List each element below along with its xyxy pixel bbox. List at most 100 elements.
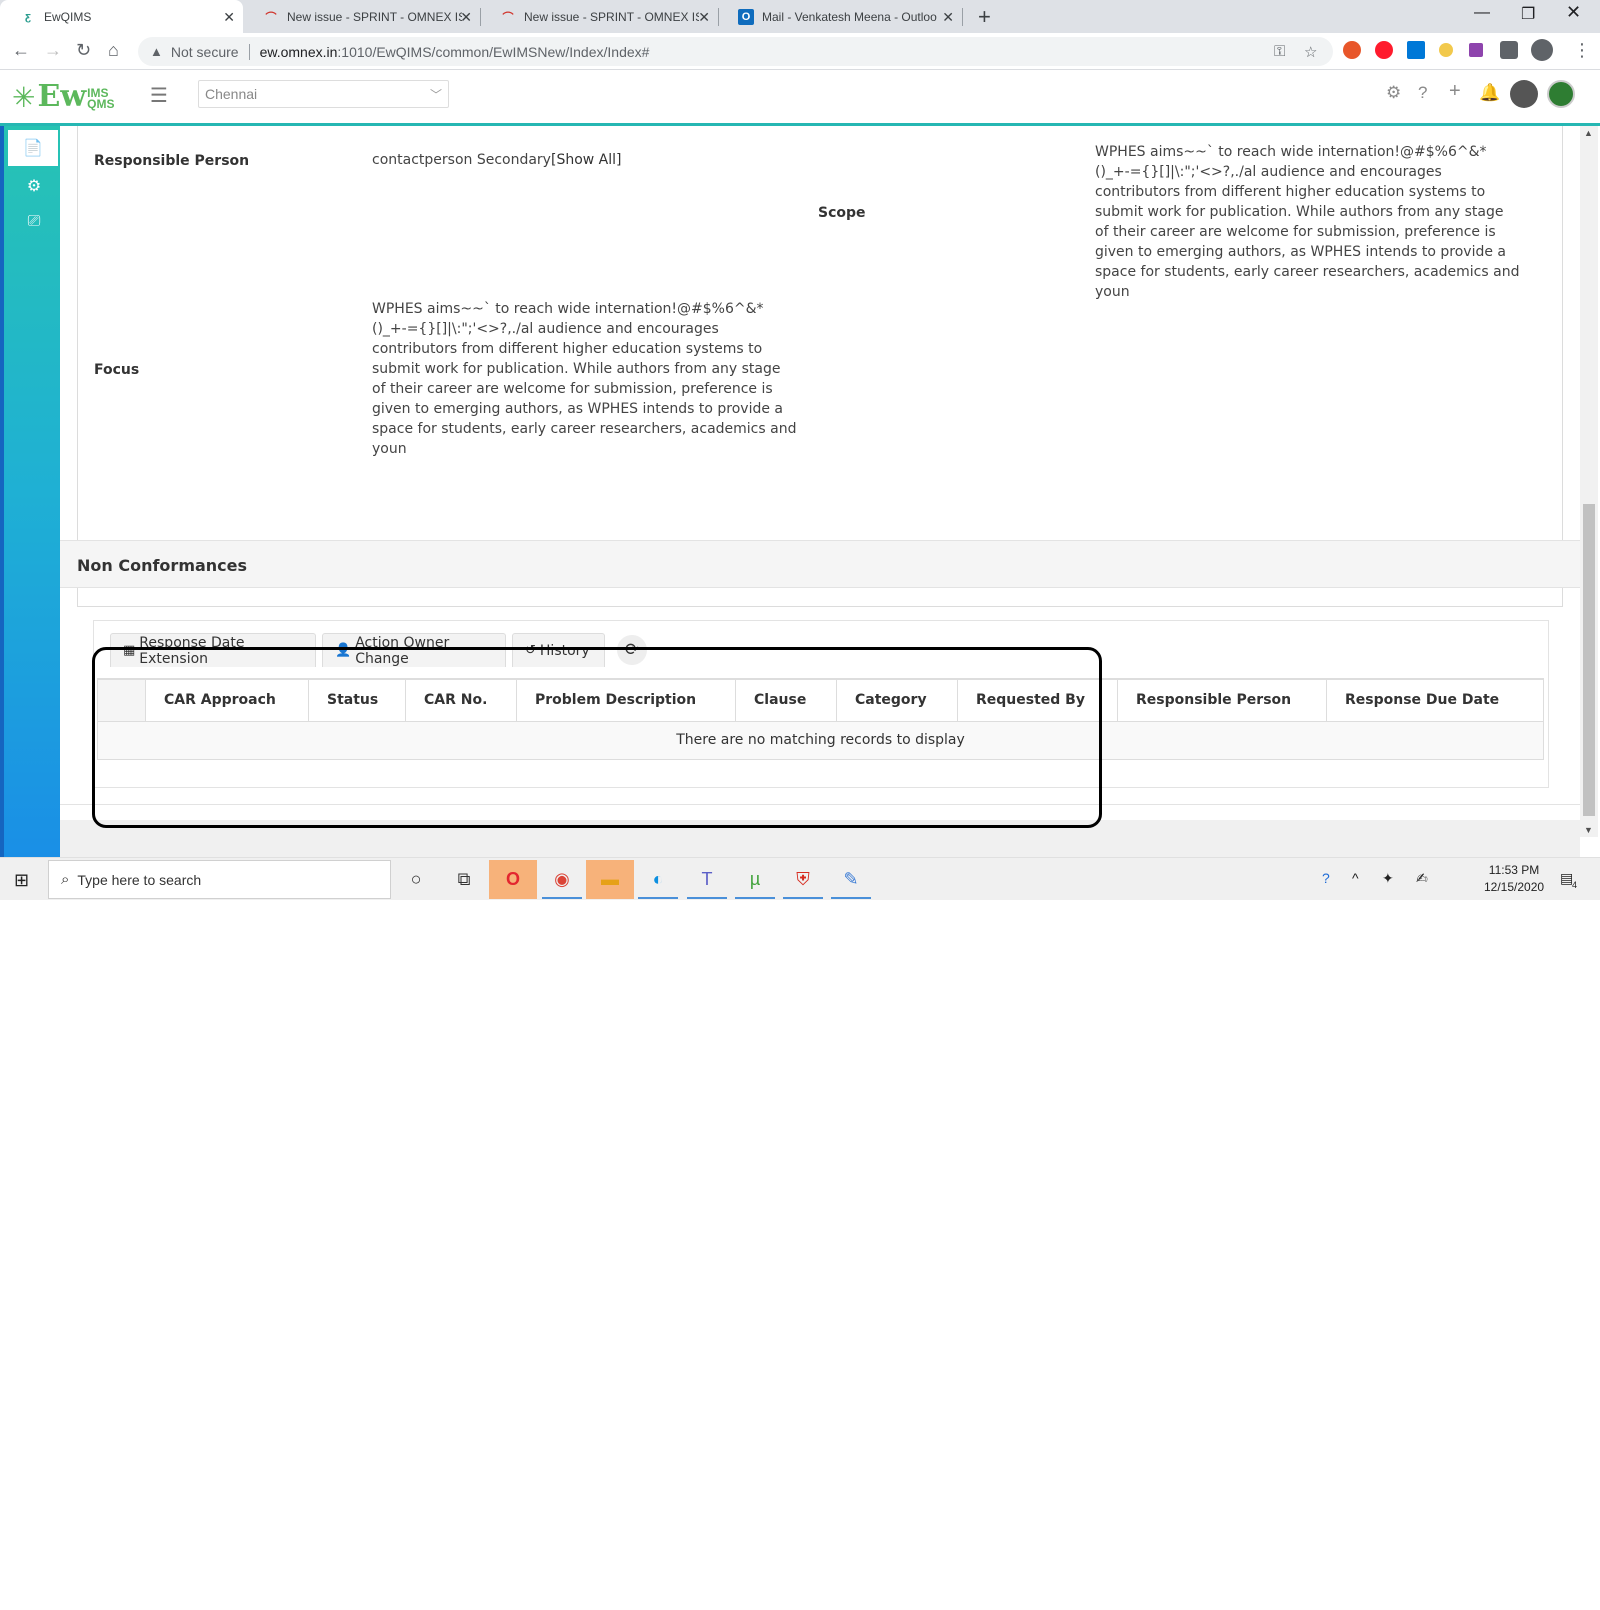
column-header-response-due-date[interactable]: Response Due Date [1326,678,1544,722]
refresh-button[interactable]: ⟳ [617,635,647,665]
history-icon: ↺ [525,643,536,658]
opera-extension-icon[interactable] [1375,41,1393,59]
taskbar-search-input[interactable]: ⌕ Type here to search [48,860,391,899]
notification-bell-icon[interactable]: 🔔 [1479,83,1500,103]
tab-title: New issue - SPRINT - OMNEX ISS [524,9,699,24]
scope-label: Scope [818,205,866,221]
settings-gear-icon[interactable]: ⚙ [1386,83,1401,103]
button-label: Response Date Extension [139,634,245,667]
url-field[interactable]: ▲ Not secure ew.omnex.in :1010/EwQIMS/co… [138,37,1333,66]
key-icon[interactable]: ⚿ [1274,43,1285,60]
button-label: History [539,642,590,659]
scrollbar-thumb[interactable] [1583,504,1595,816]
edge-taskbar-icon[interactable]: ◐ [634,860,682,899]
paint-taskbar-icon[interactable]: ✎ [827,860,875,899]
dropbox-icon[interactable]: ✦ [1382,870,1394,887]
home-icon[interactable]: ⌂ [108,40,119,61]
browser-menu-icon[interactable]: ⋮ [1573,40,1591,61]
gear-icon: ⚙ [26,178,42,195]
outlook-favicon-icon: O [738,8,754,25]
close-icon[interactable]: ✕ [223,9,235,26]
logo-text: Ew [37,79,87,114]
restore-icon[interactable]: ❐ [1521,4,1535,24]
hamburger-menu-icon[interactable]: ☰ [150,83,168,108]
tab-jira-1[interactable]: ⌒ New issue - SPRINT - OMNEX ISS ✕ [243,0,480,33]
section-divider [60,804,1580,805]
close-icon[interactable]: ✕ [460,9,472,26]
pen-tray-icon[interactable]: ✍ [1416,870,1428,887]
column-header-responsible-person[interactable]: Responsible Person [1117,678,1327,722]
table-header-row: CAR Approach Status CAR No. Problem Desc… [97,678,1544,722]
site-dropdown[interactable]: Chennai ﹀ [198,80,449,108]
tracker-extension-icon[interactable] [1439,43,1453,57]
responsible-person-name: contactperson Secondary [372,152,551,168]
jira-favicon-icon: ⌒ [265,11,277,24]
system-clock[interactable]: 11:53 PM 12/15/2020 [1484,862,1544,896]
clock-time: 11:53 PM [1488,863,1540,877]
tab-outlook[interactable]: O Mail - Venkatesh Meena - Outloo ✕ [718,0,962,33]
bookmark-star-icon[interactable]: ☆ [1304,43,1317,61]
windows-start-icon[interactable]: ⊞ [14,870,29,891]
sidebar-item-documents[interactable]: 📄 [8,130,58,166]
column-header-requested-by[interactable]: Requested By [957,678,1118,722]
sidebar-item-settings[interactable]: ⚙ [8,168,60,204]
column-header-car-no[interactable]: CAR No. [405,678,517,722]
profile-icon[interactable] [1531,39,1553,61]
select-column-header[interactable] [97,678,146,722]
vertical-scrollbar[interactable]: ▲ ▼ [1580,126,1598,837]
sidebar-item-reports[interactable]: ⎚ [8,204,60,240]
main-content: Responsible Person contactperson Seconda… [60,126,1580,857]
chevron-up-icon[interactable]: ^ [1352,870,1359,886]
response-date-extension-button[interactable]: ▦ Response Date Extension [110,633,316,667]
shield-app-taskbar-icon[interactable]: ⛨ [779,860,827,899]
back-icon[interactable]: ← [12,40,30,61]
history-button[interactable]: ↺ History [512,633,605,667]
non-conformances-title: Non Conformances [77,556,248,575]
window-close-icon[interactable]: ✕ [1566,2,1581,23]
column-header-status[interactable]: Status [308,678,406,722]
fire-extension-icon[interactable] [1343,41,1361,59]
reload-icon[interactable]: ↻ [76,40,91,61]
close-icon[interactable]: ✕ [698,9,710,26]
file-explorer-taskbar-icon[interactable]: ▬ [586,860,634,899]
logo-subtext: IMS QMS [87,87,114,110]
minimize-icon[interactable]: — [1474,4,1490,22]
cortana-icon[interactable]: ○ [392,860,440,899]
user-avatar[interactable] [1510,80,1538,108]
tab-title: New issue - SPRINT - OMNEX ISS [287,9,462,24]
close-icon[interactable]: ✕ [942,9,954,26]
opera-taskbar-icon[interactable]: O [489,860,537,899]
responsible-person-label: Responsible Person [94,153,250,169]
help-tray-icon[interactable]: ? [1322,870,1330,886]
non-conformances-header: Non Conformances [60,540,1580,588]
tab-ewqims[interactable]: ƹ EwQIMS ✕ [0,0,243,33]
column-header-problem-description[interactable]: Problem Description [516,678,736,722]
action-owner-change-button[interactable]: 👤 Action Owner Change [322,633,506,667]
column-header-car-approach[interactable]: CAR Approach [145,678,309,722]
scroll-up-icon[interactable]: ▲ [1584,128,1593,138]
forward-icon[interactable]: → [44,40,62,61]
company-logo-avatar[interactable] [1547,80,1575,108]
empty-table-message: There are no matching records to display [97,720,1544,760]
tab-jira-2[interactable]: ⌒ New issue - SPRINT - OMNEX ISS ✕ [480,0,718,33]
utorrent-taskbar-icon[interactable]: µ [731,860,779,899]
security-label: Not secure [170,43,239,60]
chrome-taskbar-icon[interactable]: ◉ [538,860,586,899]
teams-taskbar-icon[interactable]: T [683,860,731,899]
column-header-clause[interactable]: Clause [735,678,837,722]
pen-extension-icon[interactable] [1469,43,1483,57]
add-icon[interactable]: + [1449,80,1461,103]
scope-value: WPHES aims~~` to reach wide internation!… [1095,144,1520,300]
task-view-icon[interactable]: ⧉ [440,860,488,899]
chevron-down-icon: ﹀ [429,87,442,102]
new-tab-icon[interactable]: + [978,4,991,30]
windows-extension-icon[interactable] [1407,41,1425,59]
show-all-link[interactable]: [Show All] [551,152,622,168]
button-label: Action Owner Change [355,634,450,667]
extensions-puzzle-icon[interactable] [1500,41,1518,59]
presentation-icon: ⎚ [27,213,41,230]
column-header-category[interactable]: Category [836,678,958,722]
help-icon[interactable]: ? [1418,83,1427,103]
ewqims-logo: ✳ Ew IMS QMS [12,79,115,114]
scroll-down-icon[interactable]: ▼ [1584,825,1593,835]
